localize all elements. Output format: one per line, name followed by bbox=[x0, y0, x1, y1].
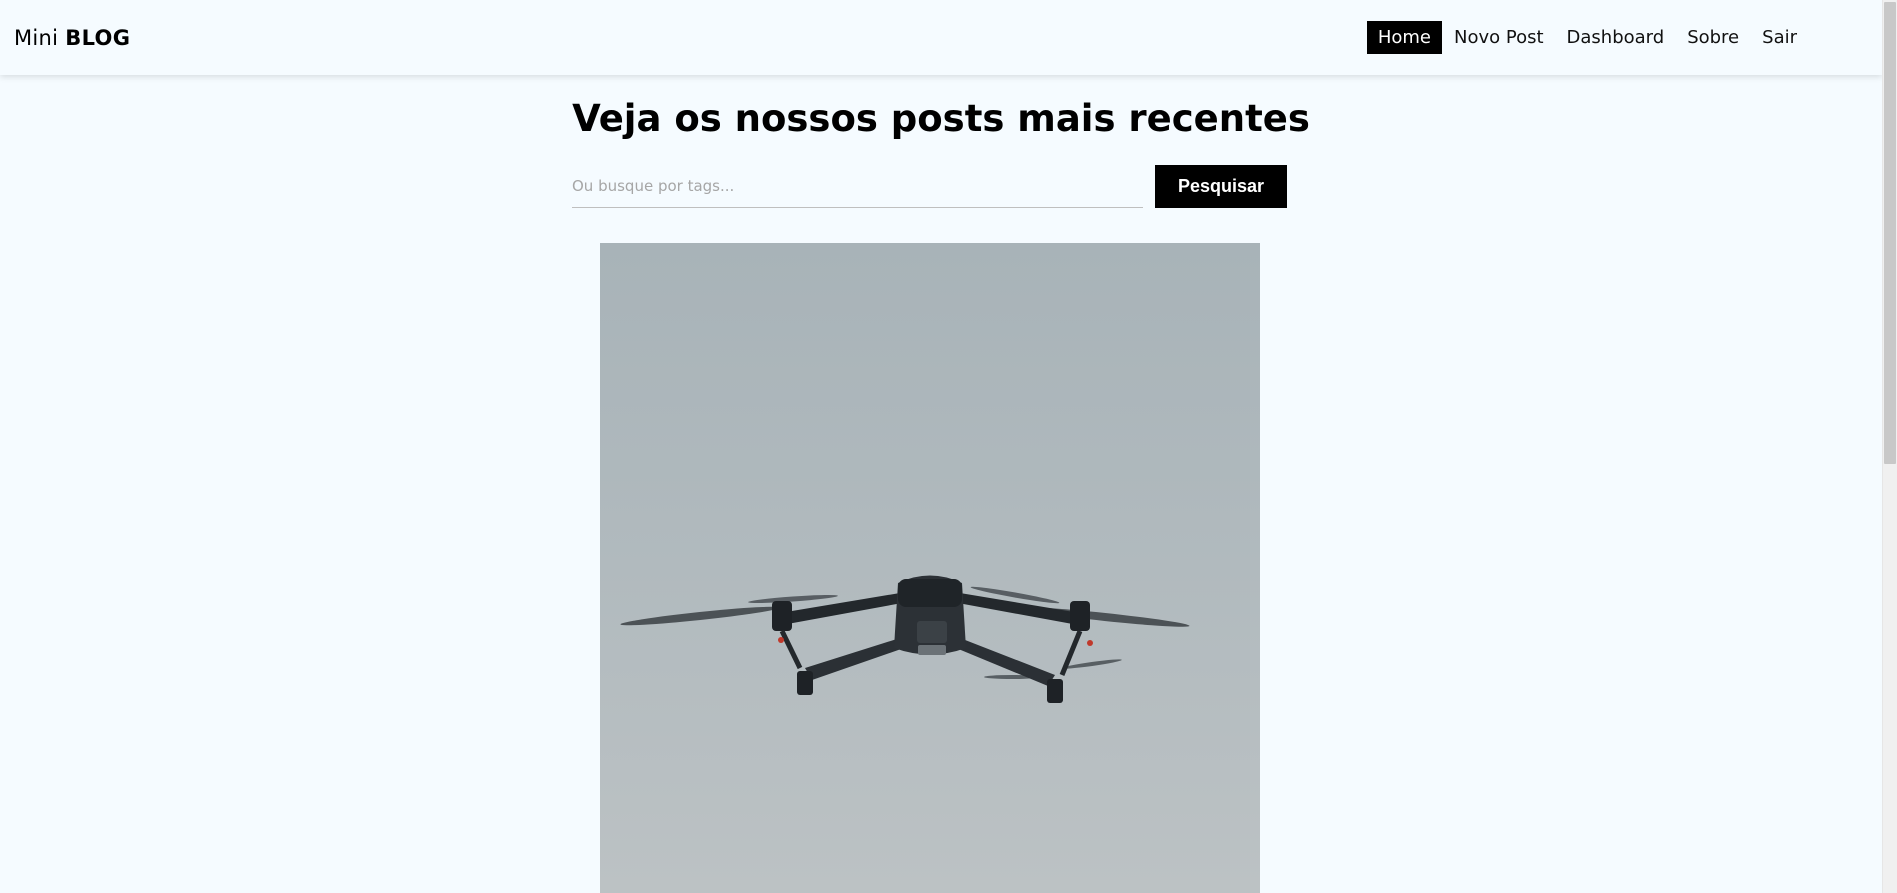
search-form: Pesquisar bbox=[572, 165, 1287, 208]
scrollbar[interactable] bbox=[1882, 0, 1897, 893]
drone-illustration bbox=[620, 575, 1190, 703]
nav-link-dashboard[interactable]: Dashboard bbox=[1556, 21, 1676, 54]
nav-link-sobre[interactable]: Sobre bbox=[1676, 21, 1750, 54]
nav-link-home[interactable]: Home bbox=[1366, 21, 1442, 54]
scrollbar-thumb[interactable] bbox=[1884, 2, 1896, 464]
brand-bold-text: BLOG bbox=[65, 25, 131, 50]
nav-link-sair[interactable]: Sair bbox=[1751, 21, 1808, 54]
navbar: Mini BLOG Home Novo Post Dashboard Sobre… bbox=[0, 0, 1882, 75]
brand-light-text: Mini bbox=[14, 25, 59, 50]
nav-links: Home Novo Post Dashboard Sobre Sair bbox=[1366, 21, 1808, 54]
brand-logo[interactable]: Mini BLOG bbox=[14, 26, 130, 50]
page-title: Veja os nossos posts mais recentes bbox=[572, 97, 1310, 140]
post-image[interactable] bbox=[600, 243, 1260, 893]
nav-link-novo-post[interactable]: Novo Post bbox=[1443, 21, 1555, 54]
search-input[interactable] bbox=[572, 165, 1143, 208]
search-button[interactable]: Pesquisar bbox=[1155, 165, 1287, 208]
